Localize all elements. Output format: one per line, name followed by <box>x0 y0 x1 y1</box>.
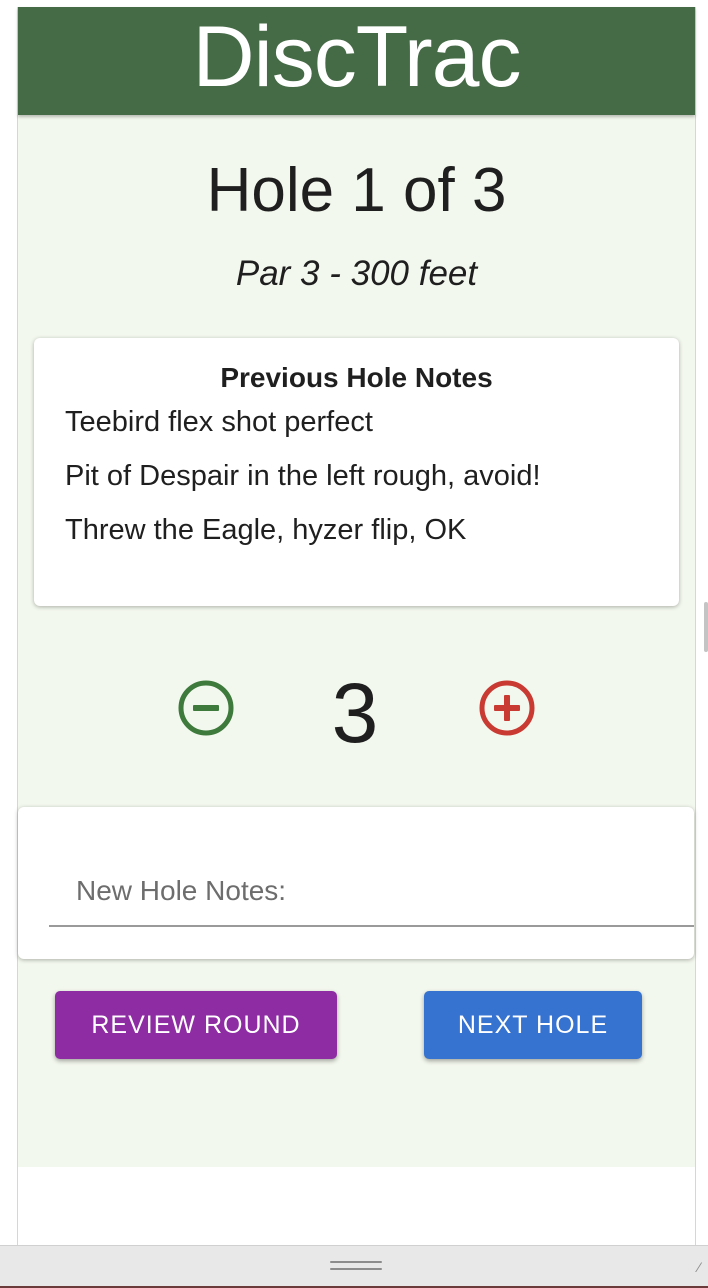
review-round-button[interactable]: REVIEW ROUND <box>55 991 337 1059</box>
app-header: DiscTrac <box>18 7 695 115</box>
next-hole-button[interactable]: NEXT HOLE <box>424 991 642 1059</box>
bottom-resize-bar: ⁄ <box>0 1245 708 1288</box>
decrement-score-button[interactable] <box>176 678 236 738</box>
new-notes-card <box>18 807 694 959</box>
page: DiscTrac Hole 1 of 3 Par 3 - 300 feet Pr… <box>0 0 708 1288</box>
app-title: DiscTrac <box>192 9 521 105</box>
previous-notes-heading: Previous Hole Notes <box>220 362 493 393</box>
new-hole-notes-input[interactable] <box>49 857 694 927</box>
hole-details: Par 3 - 300 feet <box>235 254 478 293</box>
score-value: 3 <box>331 666 379 760</box>
scrollbar-thumb[interactable] <box>704 602 708 652</box>
plus-circle-icon <box>479 680 535 736</box>
app-container: DiscTrac Hole 1 of 3 Par 3 - 300 feet Pr… <box>17 7 696 1167</box>
increment-score-button[interactable] <box>477 678 537 738</box>
app-footer-area <box>17 1167 696 1245</box>
previous-note-item: Threw the Eagle, hyzer flip, OK <box>65 514 467 546</box>
drag-handle-icon[interactable] <box>330 1261 382 1273</box>
previous-note-item: Pit of Despair in the left rough, avoid! <box>65 460 541 492</box>
previous-notes-card: Previous Hole Notes Teebird flex shot pe… <box>34 338 679 606</box>
previous-note-item: Teebird flex shot perfect <box>65 406 373 438</box>
resize-corner-icon[interactable]: ⁄ <box>698 1260 708 1274</box>
hole-title: Hole 1 of 3 <box>206 156 507 225</box>
minus-circle-icon <box>178 680 234 736</box>
